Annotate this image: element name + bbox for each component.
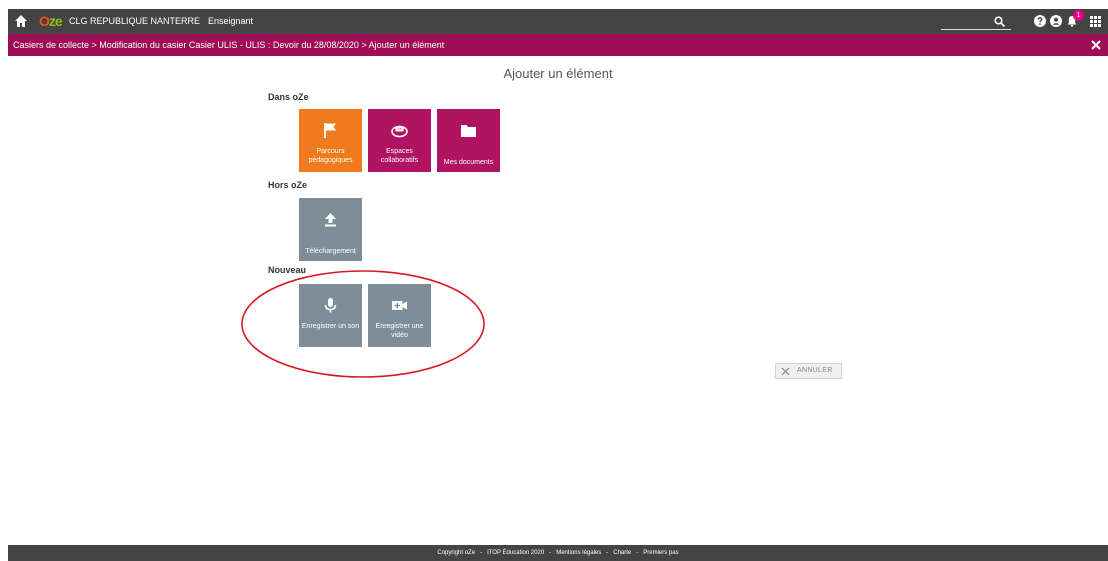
- logo-o: O: [39, 13, 50, 29]
- page-title: Ajouter un élément: [503, 66, 613, 81]
- annotation-ellipse: [241, 270, 485, 378]
- footer-premiers-pas[interactable]: Premiers pas: [643, 550, 678, 556]
- search-icon[interactable]: [994, 16, 1005, 27]
- flag-icon: [324, 123, 336, 138]
- folder-icon: [461, 125, 476, 137]
- tile-telechargement[interactable]: Téléchargement: [299, 198, 362, 261]
- oze-logo[interactable]: Oze: [39, 13, 63, 29]
- tile-label: Mes documents: [443, 159, 494, 166]
- breadcrumb-bar: Casiers de collecte > Modification du ca…: [8, 34, 1108, 56]
- group-icon: [391, 125, 408, 138]
- logo-ze: ze: [48, 13, 63, 29]
- cancel-label: ANNULER: [797, 367, 833, 374]
- tile-label: Espaces collaboratifs: [380, 148, 419, 164]
- breadcrumb[interactable]: Casiers de collecte > Modification du ca…: [13, 34, 444, 56]
- tile-enregistrer-video[interactable]: Enregistrer une vidéo: [368, 284, 431, 347]
- footer-itop[interactable]: ITOP Éducation 2020: [487, 550, 544, 556]
- cancel-button[interactable]: ANNULER: [775, 363, 842, 379]
- help-icon[interactable]: [1034, 15, 1046, 27]
- school-name: CLG REPUBLIQUE NANTERRE: [69, 16, 201, 26]
- tile-label: Parcours pédagogiques: [308, 148, 353, 164]
- close-icon[interactable]: [1090, 39, 1102, 51]
- apps-grid-icon[interactable]: [1090, 16, 1101, 27]
- tile-parcours-pedagogiques[interactable]: Parcours pédagogiques: [299, 109, 362, 172]
- user-role: Enseignant: [208, 16, 254, 26]
- footer-mentions-legales[interactable]: Mentions légales: [556, 550, 601, 556]
- top-bar: Oze CLG REPUBLIQUE NANTERRE Enseignant 1: [8, 9, 1108, 34]
- section-dans-oze: Dans oZe: [268, 92, 309, 102]
- tile-label: Téléchargement: [305, 248, 356, 255]
- user-icon[interactable]: [1050, 15, 1062, 27]
- tile-mes-documents[interactable]: Mes documents: [437, 109, 500, 172]
- close-icon: [781, 367, 790, 376]
- footer-charte[interactable]: Charte: [613, 550, 631, 556]
- upload-icon: [325, 213, 336, 227]
- tile-label: Enregistrer une vidéo: [375, 323, 424, 339]
- tile-espaces-collaboratifs[interactable]: Espaces collaboratifs: [368, 109, 431, 172]
- section-hors-oze: Hors oZe: [268, 180, 308, 190]
- tile-label: Enregistrer un son: [301, 323, 360, 330]
- video-camera-icon: [392, 301, 407, 310]
- notification-badge: 1: [1073, 10, 1084, 21]
- section-nouveau: Nouveau: [268, 265, 307, 275]
- footer: Copyright oZe - ITOP Éducation 2020- Mentio…: [8, 545, 1108, 561]
- home-icon[interactable]: [14, 14, 28, 28]
- tile-enregistrer-son[interactable]: Enregistrer un son: [299, 284, 362, 347]
- app-frame: Oze CLG REPUBLIQUE NANTERRE Enseignant 1: [8, 9, 1108, 561]
- microphone-icon: [324, 298, 337, 313]
- footer-copyright: Copyright oZe: [437, 550, 476, 556]
